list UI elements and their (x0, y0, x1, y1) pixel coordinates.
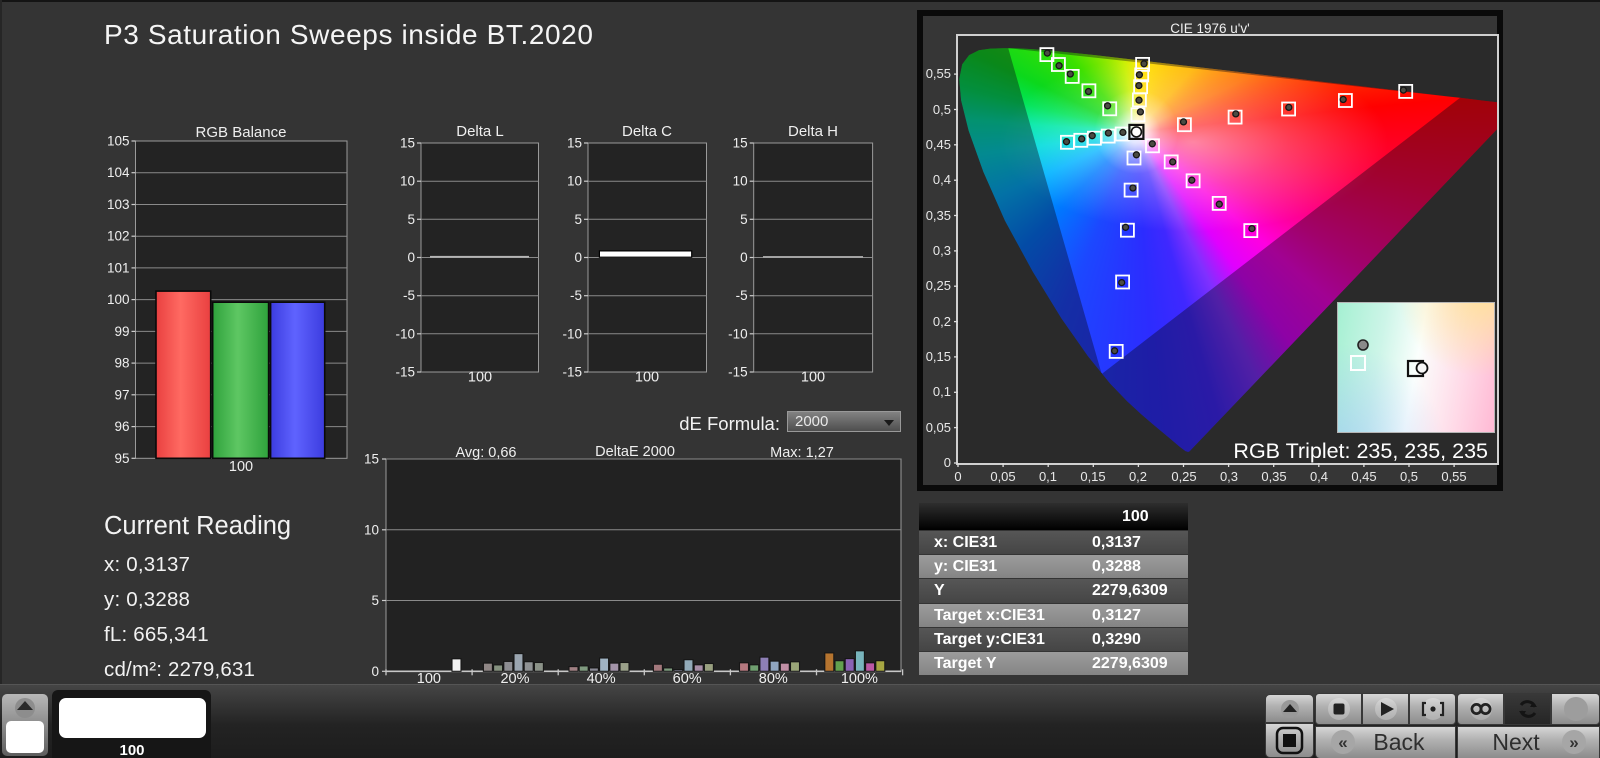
svg-text:-10: -10 (728, 326, 748, 341)
svg-text:RGB Balance: RGB Balance (196, 124, 287, 141)
svg-text:100: 100 (635, 370, 659, 386)
svg-text:5: 5 (407, 212, 415, 227)
svg-text:101: 101 (107, 260, 130, 275)
svg-text:«: « (1338, 733, 1347, 752)
svg-text:10: 10 (567, 174, 582, 189)
svg-text:15: 15 (400, 136, 415, 151)
svg-text:-15: -15 (562, 365, 582, 380)
svg-text:104: 104 (107, 165, 130, 180)
svg-text:Delta C: Delta C (622, 123, 672, 140)
svg-text:0: 0 (371, 664, 379, 679)
svg-text:100: 100 (801, 370, 825, 386)
svg-text:10: 10 (364, 522, 379, 537)
svg-text:97: 97 (114, 387, 129, 402)
svg-text:Avg: 0,66: Avg: 0,66 (455, 445, 516, 461)
svg-text:-10: -10 (562, 326, 582, 341)
svg-text:98: 98 (114, 356, 129, 371)
svg-text:0: 0 (407, 250, 415, 265)
svg-text:-15: -15 (395, 365, 415, 380)
svg-text:-5: -5 (570, 288, 582, 303)
svg-text:Back: Back (1373, 729, 1425, 755)
svg-text:102: 102 (107, 229, 130, 244)
svg-text:99: 99 (114, 324, 129, 339)
svg-text:103: 103 (107, 197, 130, 212)
svg-text:5: 5 (574, 212, 582, 227)
svg-text:»: » (1569, 733, 1578, 752)
svg-text:0: 0 (574, 250, 582, 265)
svg-text:5: 5 (740, 212, 748, 227)
svg-text:100: 100 (468, 370, 492, 386)
svg-text:10: 10 (733, 174, 748, 189)
svg-text:Delta L: Delta L (456, 123, 504, 140)
svg-text:15: 15 (733, 136, 748, 151)
svg-text:DeltaE 2000: DeltaE 2000 (595, 444, 675, 460)
svg-text:100: 100 (229, 459, 253, 475)
svg-text:15: 15 (567, 136, 582, 151)
svg-text:15: 15 (364, 452, 379, 467)
svg-text:0: 0 (740, 250, 748, 265)
svg-text:Max: 1,27: Max: 1,27 (770, 445, 834, 461)
svg-text:5: 5 (371, 593, 379, 608)
svg-text:-5: -5 (403, 288, 415, 303)
svg-text:Next: Next (1492, 729, 1540, 755)
svg-text:-15: -15 (728, 365, 748, 380)
svg-text:100: 100 (107, 292, 130, 307)
svg-text:105: 105 (107, 134, 130, 149)
svg-text:-10: -10 (395, 326, 415, 341)
svg-text:10: 10 (400, 174, 415, 189)
svg-text:95: 95 (114, 451, 129, 466)
svg-text:Delta H: Delta H (788, 123, 838, 140)
svg-text:-5: -5 (736, 288, 748, 303)
